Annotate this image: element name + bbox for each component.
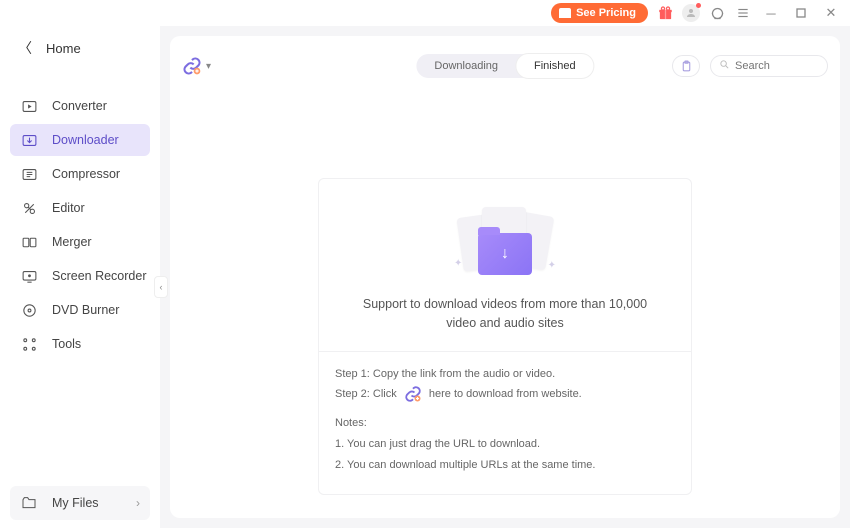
note-1: 1. You can just drag the URL to download…: [335, 434, 675, 455]
chevron-down-icon: ▾: [206, 61, 211, 72]
link-plus-icon: [182, 56, 202, 76]
cart-icon: [559, 8, 571, 18]
step-2: Step 2: Click here to download from webs…: [335, 384, 675, 405]
note-2: 2. You can download multiple URLs at the…: [335, 455, 675, 476]
gift-icon[interactable]: [656, 4, 674, 22]
sidebar-item-tools[interactable]: Tools: [10, 328, 150, 360]
step-1: Step 1: Copy the link from the audio or …: [335, 364, 675, 385]
back-icon: 〈: [18, 38, 32, 58]
converter-icon: [20, 97, 38, 115]
empty-state-panel: ↓ ✦✦ Support to download videos from mor…: [318, 178, 692, 495]
search-icon: [719, 59, 730, 73]
instructions: Step 1: Copy the link from the audio or …: [319, 351, 691, 494]
link-plus-icon: [404, 385, 422, 403]
nav-label: Editor: [52, 201, 85, 215]
menu-icon[interactable]: [734, 4, 752, 22]
compressor-icon: [20, 165, 38, 183]
paste-button[interactable]: [672, 55, 700, 77]
search-input[interactable]: [735, 60, 819, 72]
nav-label: Downloader: [52, 133, 119, 147]
titlebar: See Pricing ─ ✕: [0, 0, 850, 26]
sidebar-item-editor[interactable]: Editor: [10, 192, 150, 224]
downloader-icon: [20, 131, 38, 149]
my-files-label: My Files: [52, 496, 99, 510]
notes-label: Notes:: [335, 413, 675, 434]
sidebar-item-compressor[interactable]: Compressor: [10, 158, 150, 190]
sidebar-item-merger[interactable]: Merger: [10, 226, 150, 258]
screen-recorder-icon: [20, 267, 38, 285]
pricing-label: See Pricing: [576, 7, 636, 19]
see-pricing-button[interactable]: See Pricing: [551, 3, 648, 23]
sidebar-item-dvd-burner[interactable]: DVD Burner: [10, 294, 150, 326]
my-files-button[interactable]: My Files ›: [10, 486, 150, 520]
merger-icon: [20, 233, 38, 251]
content-card: ▾ Downloading Finished: [170, 36, 840, 518]
tools-icon: [20, 335, 38, 353]
home-label: Home: [46, 41, 81, 56]
tabs: Downloading Finished: [416, 54, 593, 78]
sidebar-item-downloader[interactable]: Downloader: [10, 124, 150, 156]
search-box[interactable]: [710, 55, 828, 77]
add-url-button[interactable]: ▾: [182, 56, 211, 76]
tab-finished[interactable]: Finished: [516, 54, 594, 78]
home-button[interactable]: 〈 Home: [0, 28, 160, 68]
sidebar: 〈 Home Converter Downloader Compressor E…: [0, 26, 160, 528]
nav-label: DVD Burner: [52, 303, 119, 317]
nav-label: Merger: [52, 235, 92, 249]
close-button[interactable]: ✕: [820, 2, 842, 24]
chevron-right-icon: ›: [136, 496, 140, 510]
dvd-burner-icon: [20, 301, 38, 319]
main-area: ▾ Downloading Finished: [160, 26, 850, 528]
support-icon[interactable]: [708, 4, 726, 22]
support-text: Support to download videos from more tha…: [337, 295, 673, 333]
account-icon[interactable]: [682, 4, 700, 22]
sidebar-item-converter[interactable]: Converter: [10, 90, 150, 122]
topbar: ▾ Downloading Finished: [182, 46, 828, 86]
editor-icon: [20, 199, 38, 217]
maximize-button[interactable]: [790, 2, 812, 24]
minimize-button[interactable]: ─: [760, 2, 782, 24]
nav-label: Screen Recorder: [52, 269, 147, 283]
nav-label: Converter: [52, 99, 107, 113]
nav-label: Compressor: [52, 167, 120, 181]
folder-icon: [20, 494, 38, 512]
download-folder-icon: ↓: [478, 233, 532, 275]
nav-label: Tools: [52, 337, 81, 351]
sidebar-collapse-handle[interactable]: ‹: [154, 276, 168, 298]
tab-downloading[interactable]: Downloading: [416, 54, 516, 78]
sidebar-item-screen-recorder[interactable]: Screen Recorder: [10, 260, 150, 292]
empty-illustration: ↓ ✦✦: [337, 201, 673, 281]
nav-list: Converter Downloader Compressor Editor M…: [0, 88, 160, 478]
